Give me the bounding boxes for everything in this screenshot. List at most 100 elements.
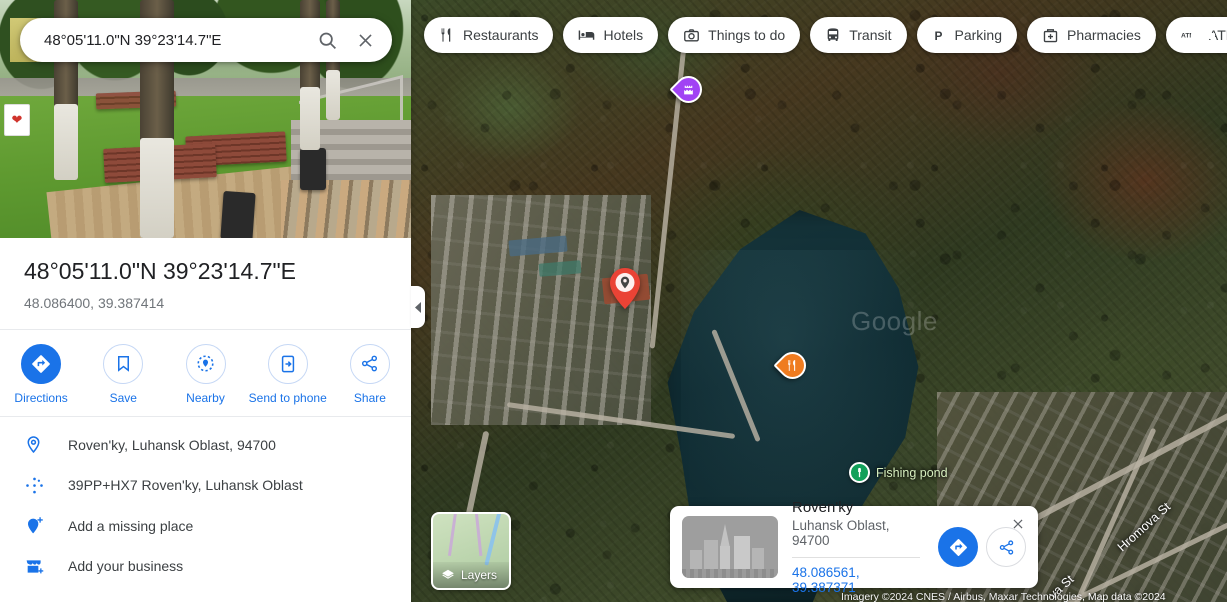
layers-icon (442, 569, 454, 579)
photo-trash-bin (220, 190, 256, 238)
send-to-phone-icon (281, 355, 294, 373)
place-card-coordinates-link[interactable]: 48.086561, 39.387371 (792, 565, 920, 595)
chip-pharmacies[interactable]: Pharmacies (1026, 17, 1156, 53)
camera-icon (684, 28, 700, 41)
chip-label: Things to do (708, 27, 786, 43)
close-icon (1013, 519, 1023, 529)
chevron-left-icon (414, 301, 421, 313)
action-button-row: Directions Save Nearby Send to phone Sha… (0, 330, 411, 417)
hotel-icon (579, 30, 595, 40)
pharmacy-icon (1043, 28, 1058, 42)
plus-code-icon (26, 477, 43, 493)
place-coordinates: 48.086400, 39.387414 (24, 294, 165, 311)
place-card-thumbnail[interactable] (682, 516, 778, 578)
place-card-title: Roven'ky (792, 499, 854, 516)
chip-label: Pharmacies (1066, 27, 1141, 43)
share-button[interactable]: Share (329, 343, 411, 406)
thumbnail-water (682, 569, 778, 578)
share-icon-wrap (349, 343, 390, 384)
place-card-subtitle: Luhansk Oblast, 94700 (792, 518, 890, 548)
map-label-fishing-pond[interactable]: Fishing pond (849, 462, 948, 483)
thumbnail-building (720, 546, 730, 570)
layers-preview-river (484, 514, 502, 566)
restaurant-icon (441, 28, 451, 42)
chip-label: Parking (954, 27, 1002, 43)
transit-icon (827, 28, 839, 41)
chip-transit[interactable]: Transit (810, 17, 907, 53)
place-header: 48°05'11.0"N 39°23'14.7"E 48.086400, 39.… (0, 238, 411, 330)
add-place-icon-wrap (24, 516, 68, 536)
restaurant-icon (788, 360, 796, 371)
place-card-info: Roven'ky Luhansk Oblast, 94700 48.086561… (778, 499, 930, 595)
nearby-icon-wrap (185, 343, 226, 384)
detail-text: Add a missing place (68, 517, 194, 534)
detail-row-plus-code[interactable]: 39PP+HX7 Roven'ky, Luhansk Oblast (0, 465, 411, 506)
detail-text: 39PP+HX7 Roven'ky, Luhansk Oblast (68, 477, 303, 494)
send-to-phone-icon-wrap (267, 343, 308, 384)
photo-trash-bin (300, 148, 326, 190)
place-pin-icon (27, 436, 40, 454)
clear-search-button[interactable] (346, 21, 384, 59)
apps-grid-icon[interactable] (1189, 22, 1217, 50)
category-chip-bar: Restaurants Hotels Things to do Transit … (424, 17, 1227, 53)
nearby-button[interactable]: Nearby (164, 343, 246, 406)
directions-button[interactable]: Directions (0, 343, 82, 406)
divider (792, 557, 920, 558)
chip-label: Hotels (603, 27, 644, 43)
layers-label-bar: Layers (433, 562, 509, 588)
thumbnail-spire (720, 524, 730, 548)
parking-icon: P (934, 28, 942, 42)
chip-parking[interactable]: P Parking (916, 17, 1017, 53)
detail-text: Add your business (68, 558, 184, 575)
action-label: Share (353, 390, 386, 405)
close-icon (358, 33, 372, 47)
chip-hotels[interactable]: Hotels (563, 17, 659, 53)
share-icon (999, 539, 1013, 555)
bookmark-icon (117, 356, 129, 372)
add-place-icon (28, 516, 43, 533)
castle-icon (684, 85, 693, 95)
detail-row-add-place[interactable]: Add a missing place (0, 506, 411, 546)
thumbnail-building (752, 548, 764, 570)
chip-restaurants[interactable]: Restaurants (424, 17, 554, 53)
thumbnail-building (704, 540, 718, 570)
directions-icon-wrap (21, 343, 62, 384)
detail-text: Roven'ky, Luhansk Oblast, 94700 (68, 436, 276, 453)
detail-row-add-business[interactable]: Add your business (0, 546, 411, 587)
map-label-text: Fishing pond (876, 465, 948, 480)
svg-text:P: P (934, 28, 942, 42)
search-icon (319, 32, 336, 49)
industrial-buildings (431, 195, 651, 425)
place-card-directions-button[interactable] (938, 527, 978, 567)
detail-list: Roven'ky, Luhansk Oblast, 94700 39PP+HX7… (0, 417, 411, 602)
directions-icon (32, 354, 50, 373)
detail-row-address[interactable]: Roven'ky, Luhansk Oblast, 94700 (0, 425, 411, 465)
search-input[interactable] (44, 31, 308, 49)
send-to-phone-button[interactable]: Send to phone (247, 343, 329, 406)
layers-label: Layers (461, 568, 498, 582)
action-label: Save (109, 390, 137, 405)
chip-label: Transit (849, 27, 892, 43)
place-photo[interactable]: ❤ (0, 0, 411, 238)
red-location-pin[interactable] (610, 268, 640, 309)
thumbnail-building (690, 550, 702, 570)
directions-icon (949, 538, 967, 556)
place-pin-icon-wrap (24, 435, 68, 454)
page-title: 48°05'11.0"N 39°23'14.7"E (24, 258, 297, 284)
place-preview-card: Roven'ky Luhansk Oblast, 94700 48.086561… (670, 499, 1038, 595)
photo-sign: ❤ (4, 104, 30, 136)
place-card-close-button[interactable] (1007, 513, 1029, 535)
chip-things-to-do[interactable]: Things to do (668, 17, 801, 53)
save-button[interactable]: Save (82, 343, 164, 406)
action-label: Send to phone (248, 390, 327, 405)
layers-button[interactable]: Layers (431, 512, 511, 590)
search-button[interactable] (308, 21, 346, 59)
chip-label: Restaurants (463, 27, 539, 43)
collapse-panel-button[interactable] (411, 286, 425, 328)
action-label: Directions (14, 390, 68, 405)
add-business-icon (26, 559, 44, 574)
layers-preview-road (447, 514, 458, 556)
add-business-icon-wrap (24, 556, 68, 577)
search-bar (20, 18, 392, 62)
bookmark-icon-wrap (103, 343, 144, 384)
